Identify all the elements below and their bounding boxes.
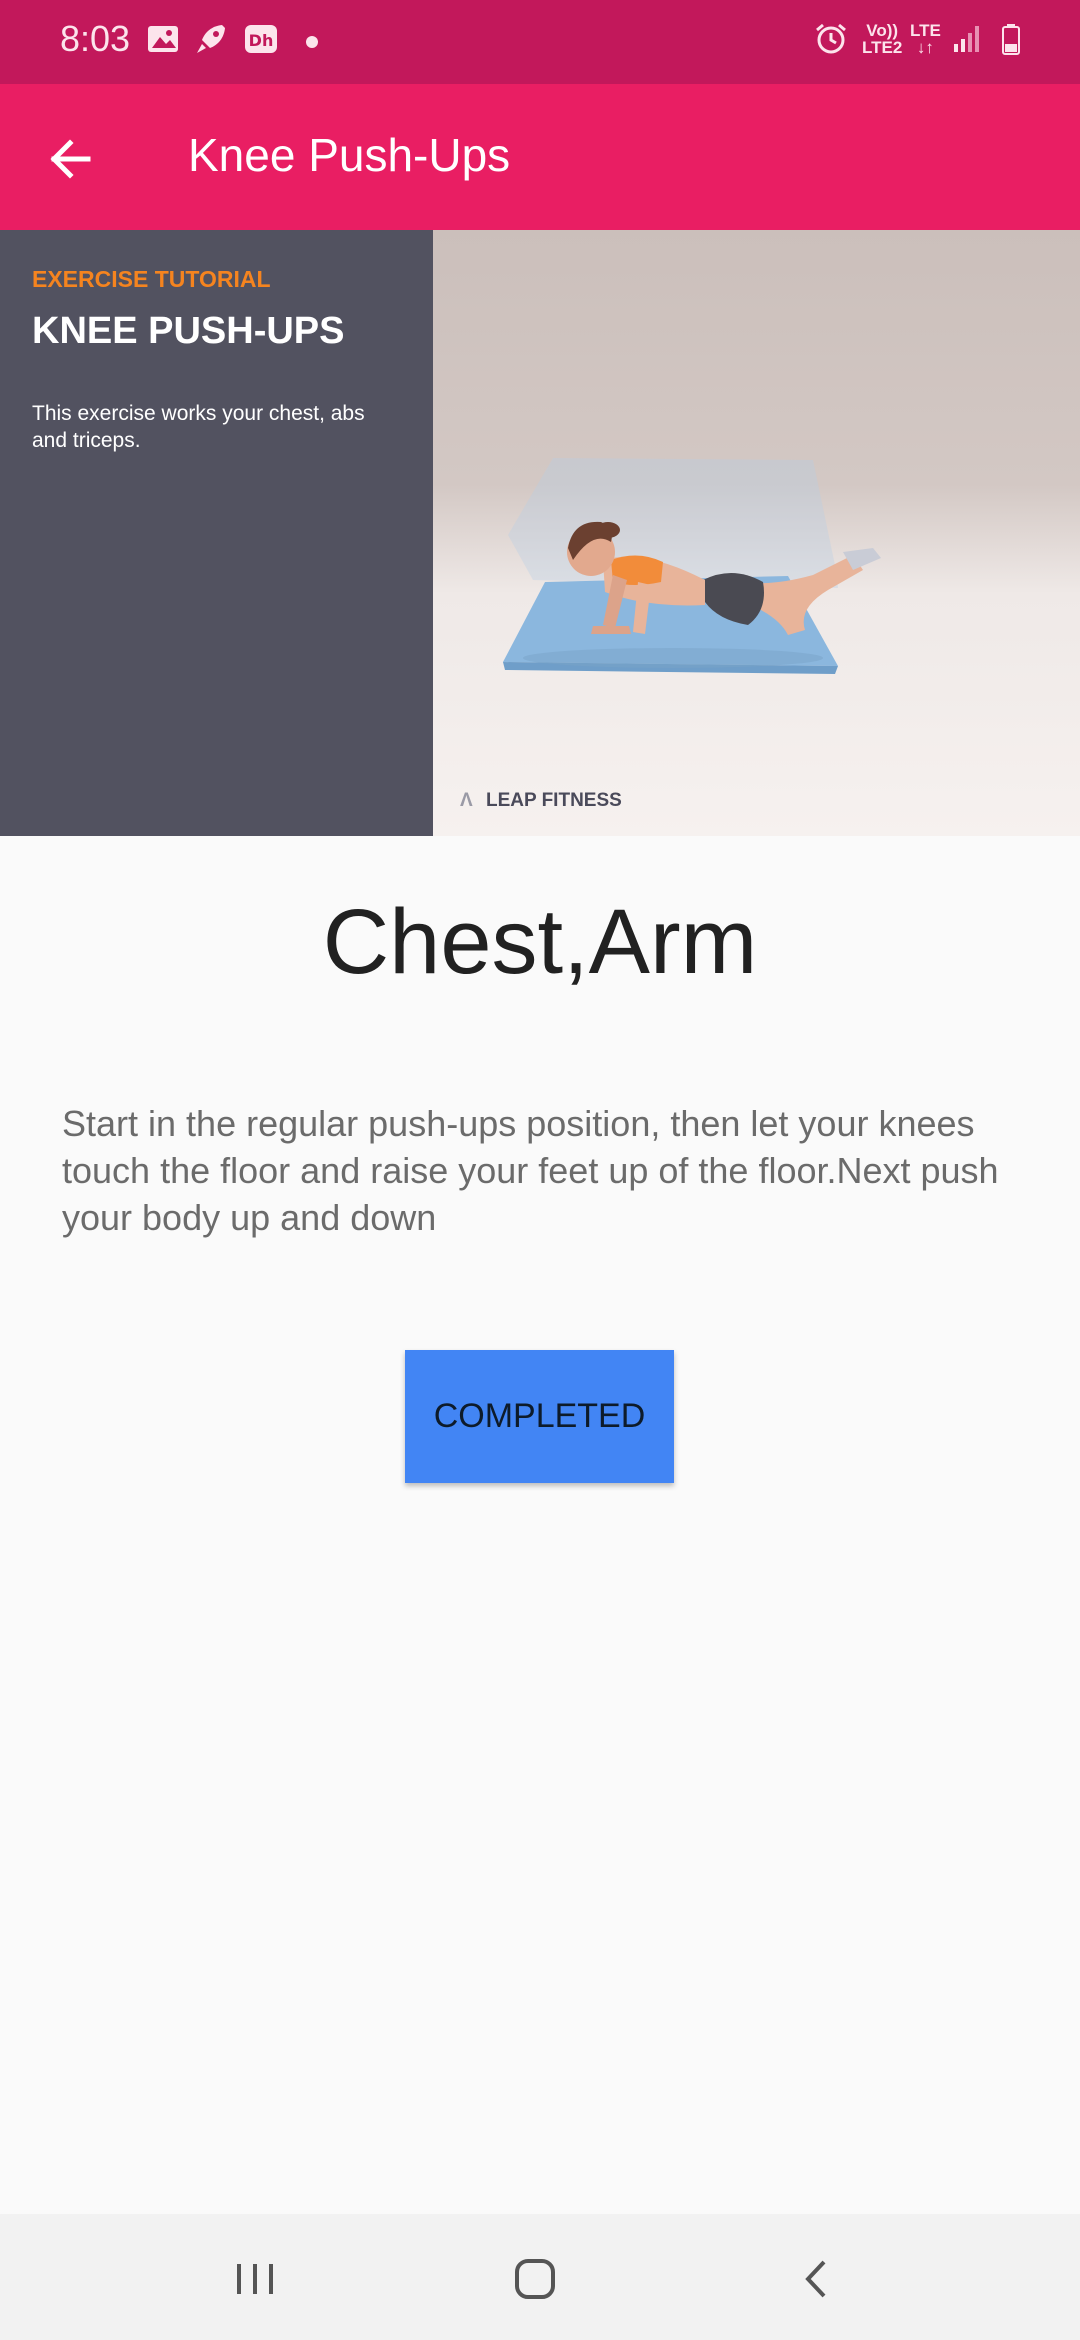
exercise-illustration xyxy=(433,230,1080,836)
knee-pushup-illustration xyxy=(503,458,881,674)
page-title: Knee Push-Ups xyxy=(188,129,511,181)
notification-dot xyxy=(306,36,318,48)
rocket-icon xyxy=(197,25,225,53)
alarm-icon xyxy=(816,23,846,54)
status-time: 8:03 xyxy=(60,18,131,59)
home-icon[interactable] xyxy=(500,2244,570,2314)
data-arrows-icon: ↓↑ xyxy=(916,38,934,57)
system-navigation-bar xyxy=(0,2214,1080,2340)
lte-data-icon: LTE ↓↑ xyxy=(910,22,941,56)
tutorial-title: KNEE PUSH-UPS xyxy=(32,310,345,352)
target-muscles: Chest,Arm xyxy=(322,891,758,993)
lte-label: LTE xyxy=(910,21,941,40)
lte2-label: LTE2 xyxy=(862,38,903,57)
tutorial-eyebrow: EXERCISE TUTORIAL xyxy=(32,266,271,292)
brand-label: LEAP FITNESS xyxy=(485,790,622,811)
back-arrow-icon[interactable] xyxy=(36,124,106,194)
gallery-icon xyxy=(148,26,178,52)
exercise-description: Start in the regular push-ups position, … xyxy=(62,1103,999,1238)
exercise-tutorial-image: EXERCISE TUTORIAL KNEE PUSH-UPS This exe… xyxy=(0,230,1080,836)
disney-hotstar-icon: Dh xyxy=(245,25,277,53)
volte-label: Vo)) xyxy=(866,21,899,40)
tutorial-description: This exercise works your chest, abs and … xyxy=(32,402,365,452)
leap-fitness-logo: Λ LEAP FITNESS xyxy=(460,790,622,812)
volte-indicator: Vo)) LTE2 xyxy=(862,22,902,56)
completed-button[interactable]: COMPLETED xyxy=(405,1350,674,1483)
status-bar: 8:03 Dh Vo)) LTE2 LTE ↓↑ xyxy=(0,0,1080,84)
battery-icon xyxy=(1002,24,1020,55)
leap-fitness-mark-icon: Λ xyxy=(460,790,473,811)
svg-text:Dh: Dh xyxy=(249,31,274,50)
signal-icon xyxy=(954,26,979,52)
back-chevron-icon[interactable] xyxy=(782,2244,852,2314)
tutorial-info-panel: EXERCISE TUTORIAL KNEE PUSH-UPS This exe… xyxy=(0,230,433,836)
recents-icon[interactable] xyxy=(220,2244,290,2314)
app-bar: Knee Push-Ups xyxy=(0,84,1080,230)
